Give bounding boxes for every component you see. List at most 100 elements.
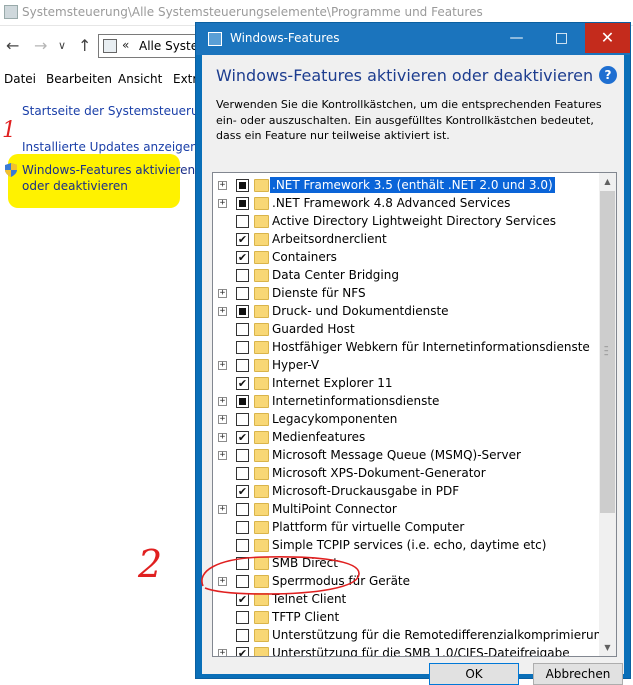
scrollbar-thumb[interactable]: – – –	[600, 191, 615, 513]
expand-icon[interactable]: +	[218, 415, 227, 424]
feature-row[interactable]: + MultiPoint Connector	[213, 500, 599, 518]
feature-label[interactable]: Containers	[270, 249, 339, 265]
feature-checkbox[interactable]	[236, 629, 249, 642]
feature-row[interactable]: Unterstützung für die Remotedifferenzial…	[213, 626, 616, 644]
scroll-down-icon[interactable]: ▼	[599, 639, 616, 656]
address-bar[interactable]: « Alle Syster	[98, 34, 208, 58]
feature-label[interactable]: .NET Framework 4.8 Advanced Services	[270, 195, 512, 211]
feature-row[interactable]: + .NET Framework 3.5 (enthält .NET 2.0 un…	[213, 176, 599, 194]
vertical-scrollbar[interactable]: ▲ – – – ▼	[599, 173, 616, 656]
feature-checkbox[interactable]: ✔	[236, 431, 249, 444]
feature-label[interactable]: Arbeitsordnerclient	[270, 231, 389, 247]
feature-row[interactable]: Plattform für virtuelle Computer	[213, 518, 599, 536]
feature-checkbox[interactable]	[236, 413, 249, 426]
feature-checkbox[interactable]	[236, 323, 249, 336]
feature-checkbox[interactable]	[236, 611, 249, 624]
feature-label[interactable]: .NET Framework 3.5 (enthält .NET 2.0 und…	[270, 177, 555, 193]
expand-icon[interactable]: +	[218, 289, 227, 298]
feature-checkbox[interactable]	[236, 269, 249, 282]
feature-checkbox[interactable]: ✔	[236, 647, 249, 656]
expand-icon[interactable]: +	[218, 505, 227, 514]
feature-label[interactable]: TFTP Client	[270, 609, 341, 625]
feature-label[interactable]: Druck- und Dokumentdienste	[270, 303, 451, 319]
menu-extras[interactable]: Extr	[173, 72, 197, 86]
feature-checkbox[interactable]	[236, 395, 249, 408]
feature-checkbox[interactable]	[236, 287, 249, 300]
feature-row[interactable]: ✔ Microsoft-Druckausgabe in PDF	[213, 482, 599, 500]
feature-row[interactable]: + Dienste für NFS	[213, 284, 599, 302]
feature-label[interactable]: Legacykomponenten	[270, 411, 399, 427]
feature-checkbox[interactable]: ✔	[236, 485, 249, 498]
feature-row[interactable]: + ✔ Unterstützung für die SMB 1.0/CIFS-Dat…	[213, 644, 599, 656]
close-icon[interactable]: ✕	[585, 23, 630, 53]
feature-checkbox[interactable]	[236, 197, 249, 210]
feature-checkbox[interactable]: ✔	[236, 377, 249, 390]
feature-label[interactable]: Guarded Host	[270, 321, 357, 337]
feature-label[interactable]: Hyper-V	[270, 357, 321, 373]
menu-bearbeiten[interactable]: Bearbeiten	[46, 72, 112, 86]
expand-icon[interactable]: +	[218, 181, 227, 190]
link-startseite[interactable]: Startseite der Systemsteuerung	[22, 104, 214, 118]
scroll-up-icon[interactable]: ▲	[599, 173, 616, 190]
feature-checkbox[interactable]	[236, 359, 249, 372]
feature-checkbox[interactable]: ✔	[236, 233, 249, 246]
feature-checkbox[interactable]: ✔	[236, 251, 249, 264]
back-arrow-icon[interactable]: ←	[6, 36, 19, 55]
feature-row[interactable]: Guarded Host	[213, 320, 599, 338]
up-arrow-icon[interactable]: ↑	[78, 36, 91, 55]
feature-label[interactable]: Active Directory Lightweight Directory S…	[270, 213, 558, 229]
feature-label[interactable]: Microsoft-Druckausgabe in PDF	[270, 483, 461, 499]
expand-icon[interactable]: +	[218, 199, 227, 208]
feature-row[interactable]: + Druck- und Dokumentdienste	[213, 302, 599, 320]
menu-datei[interactable]: Datei	[4, 72, 36, 86]
feature-label[interactable]: Microsoft Message Queue (MSMQ)-Server	[270, 447, 523, 463]
feature-label[interactable]: Unterstützung für die Remotedifferenzial…	[270, 627, 616, 643]
feature-row[interactable]: Microsoft XPS-Dokument-Generator	[213, 464, 599, 482]
expand-icon[interactable]: +	[218, 433, 227, 442]
expand-icon[interactable]: +	[218, 649, 227, 656]
feature-row[interactable]: + .NET Framework 4.8 Advanced Services	[213, 194, 599, 212]
feature-row[interactable]: + Hyper-V	[213, 356, 599, 374]
feature-label[interactable]: Internet Explorer 11	[270, 375, 395, 391]
expand-icon[interactable]: +	[218, 307, 227, 316]
cancel-button[interactable]: Abbrechen	[533, 663, 623, 685]
feature-checkbox[interactable]	[236, 341, 249, 354]
feature-checkbox[interactable]	[236, 503, 249, 516]
help-icon[interactable]: ?	[599, 66, 617, 84]
feature-row[interactable]: Data Center Bridging	[213, 266, 599, 284]
feature-checkbox[interactable]	[236, 215, 249, 228]
feature-checkbox[interactable]	[236, 521, 249, 534]
feature-checkbox[interactable]	[236, 449, 249, 462]
feature-row[interactable]: + Internetinformationsdienste	[213, 392, 599, 410]
feature-checkbox[interactable]	[236, 305, 249, 318]
feature-row[interactable]: TFTP Client	[213, 608, 599, 626]
recent-dropdown-icon[interactable]: ∨	[58, 39, 66, 52]
link-windows-features-line1[interactable]: Windows-Features aktivieren	[22, 163, 195, 177]
feature-row[interactable]: Active Directory Lightweight Directory S…	[213, 212, 599, 230]
feature-label[interactable]: MultiPoint Connector	[270, 501, 399, 517]
feature-row[interactable]: + Legacykomponenten	[213, 410, 599, 428]
feature-label[interactable]: Data Center Bridging	[270, 267, 401, 283]
feature-row[interactable]: + ✔ Medienfeatures	[213, 428, 599, 446]
link-windows-features-line2[interactable]: oder deaktivieren	[22, 179, 128, 193]
maximize-icon[interactable]: □	[539, 23, 584, 53]
feature-row[interactable]: ✔ Containers	[213, 248, 599, 266]
feature-row[interactable]: Hostfähiger Webkern für Internetinformat…	[213, 338, 599, 356]
forward-arrow-icon[interactable]: →	[34, 36, 47, 55]
feature-label[interactable]: Medienfeatures	[270, 429, 367, 445]
feature-label[interactable]: Plattform für virtuelle Computer	[270, 519, 466, 535]
expand-icon[interactable]: +	[218, 361, 227, 370]
feature-row[interactable]: + Microsoft Message Queue (MSMQ)-Server	[213, 446, 599, 464]
menu-ansicht[interactable]: Ansicht	[118, 72, 162, 86]
feature-label[interactable]: Dienste für NFS	[270, 285, 368, 301]
ok-button[interactable]: OK	[429, 663, 519, 685]
minimize-icon[interactable]: —	[494, 23, 539, 53]
expand-icon[interactable]: +	[218, 451, 227, 460]
feature-checkbox[interactable]	[236, 467, 249, 480]
feature-label[interactable]: Microsoft XPS-Dokument-Generator	[270, 465, 488, 481]
feature-checkbox[interactable]	[236, 179, 249, 192]
feature-row[interactable]: ✔ Arbeitsordnerclient	[213, 230, 599, 248]
feature-label[interactable]: Internetinformationsdienste	[270, 393, 441, 409]
feature-label[interactable]: Hostfähiger Webkern für Internetinformat…	[270, 339, 592, 355]
feature-row[interactable]: ✔ Internet Explorer 11	[213, 374, 599, 392]
